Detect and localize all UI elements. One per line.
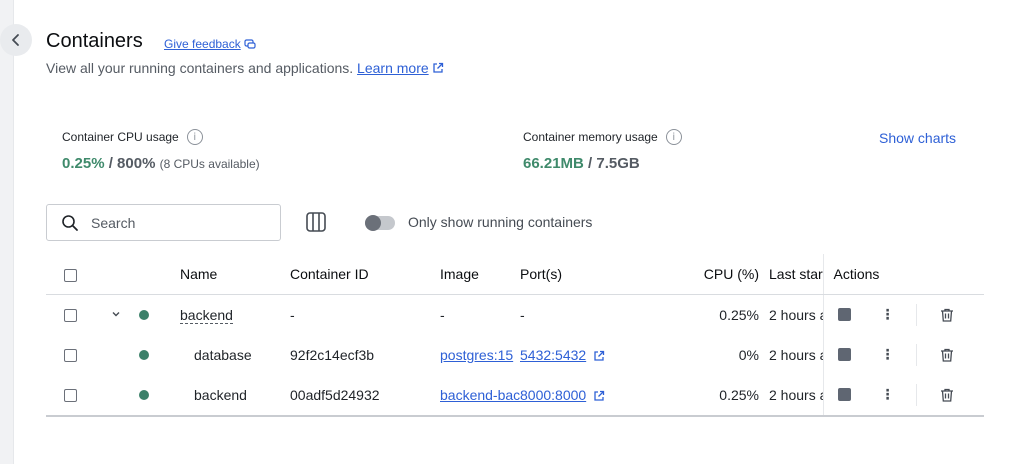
give-feedback-link[interactable]: Give feedback	[164, 37, 256, 51]
container-name[interactable]: database	[180, 335, 290, 375]
table-row[interactable]: database 92f2c14ecf3b postgres:15 5432:5…	[46, 334, 984, 375]
running-only-toggle[interactable]	[365, 215, 395, 231]
memory-usage-label: Container memory usage	[523, 130, 658, 144]
search-box[interactable]	[46, 204, 281, 241]
back-button[interactable]	[0, 24, 32, 56]
col-cpu[interactable]: CPU (%)	[685, 254, 769, 295]
cpu-usage-value: 0.25% / 800% (8 CPUs available)	[62, 155, 260, 172]
learn-more-label: Learn more	[357, 60, 429, 76]
more-options-icon[interactable]: ⋮	[878, 307, 898, 323]
stop-button[interactable]	[837, 308, 851, 321]
info-icon[interactable]: i	[186, 129, 203, 145]
containers-table: Name Container ID Image Port(s) CPU (%) …	[46, 254, 984, 417]
container-name[interactable]: backend	[180, 374, 290, 417]
container-ports: -	[520, 306, 525, 323]
external-link-icon	[432, 62, 443, 73]
select-all-checkbox[interactable]	[64, 268, 77, 282]
trash-icon	[940, 308, 953, 322]
page-title: Containers	[46, 30, 143, 52]
column-settings-button[interactable]	[305, 211, 327, 233]
col-last-started[interactable]: Last started	[769, 254, 823, 295]
chevron-left-icon	[12, 34, 19, 46]
subtitle-text: View all your running containers and app…	[46, 60, 354, 76]
port-link[interactable]: 8000:8000	[520, 387, 586, 403]
divider	[915, 343, 917, 366]
container-name[interactable]: backend	[180, 306, 233, 324]
trash-icon	[940, 388, 953, 402]
col-image[interactable]: Image	[440, 254, 520, 295]
delete-button[interactable]	[939, 347, 955, 363]
status-running-dot	[139, 349, 149, 360]
row-checkbox[interactable]	[64, 309, 77, 323]
col-container-id[interactable]: Container ID	[290, 254, 440, 295]
search-icon	[62, 214, 78, 231]
cpu-usage-label: Container CPU usage	[62, 130, 179, 144]
memory-usage-value: 66.21MB / 7.5GB	[523, 155, 682, 172]
col-actions: Actions	[822, 254, 984, 295]
columns-icon	[306, 212, 326, 232]
more-options-icon[interactable]: ⋮	[878, 387, 898, 403]
container-image: -	[440, 306, 445, 323]
container-last-started: 2 hours ago	[769, 306, 823, 323]
table-row[interactable]: backend - - - 0.25% 2 hours ago ⋮	[46, 294, 984, 335]
memory-used: 66.21MB	[523, 155, 584, 172]
chevron-down-icon[interactable]	[110, 308, 122, 320]
external-link-icon[interactable]	[593, 350, 605, 362]
memory-total: / 7.5GB	[588, 155, 640, 172]
divider	[915, 303, 917, 326]
container-id: 92f2c14ecf3b	[290, 346, 375, 363]
container-cpu: 0%	[738, 346, 759, 363]
container-id: -	[290, 306, 295, 323]
show-charts-button[interactable]: Show charts	[879, 130, 956, 146]
container-cpu: 0.25%	[719, 306, 759, 323]
stop-button[interactable]	[837, 388, 851, 401]
col-ports[interactable]: Port(s)	[520, 254, 685, 295]
col-name[interactable]: Name	[180, 254, 290, 295]
feedback-icon	[244, 39, 256, 49]
memory-usage-stat: Container memory usage i 66.21MB / 7.5GB	[523, 129, 682, 172]
divider	[915, 383, 917, 406]
cpu-usage-stat: Container CPU usage i 0.25% / 800% (8 CP…	[62, 129, 260, 172]
trash-icon	[940, 348, 953, 362]
delete-button[interactable]	[939, 387, 955, 403]
table-row[interactable]: backend 00adf5d24932 backend-backend 800…	[46, 374, 984, 417]
status-running-dot	[139, 389, 149, 400]
row-checkbox[interactable]	[64, 389, 77, 403]
container-last-started: 2 hours ago	[769, 346, 823, 363]
container-cpu: 0.25%	[685, 374, 769, 417]
learn-more-link[interactable]: Learn more	[357, 60, 444, 76]
give-feedback-label: Give feedback	[164, 37, 241, 51]
stop-button[interactable]	[837, 348, 851, 361]
page-subtitle: View all your running containers and app…	[46, 60, 444, 76]
container-last-started: 2 hours ago	[769, 374, 823, 417]
running-only-label: Only show running containers	[408, 214, 593, 230]
left-sidebar-edge	[0, 0, 14, 464]
row-checkbox[interactable]	[64, 349, 77, 363]
cpu-total: / 800%	[108, 155, 156, 172]
search-input[interactable]	[91, 214, 261, 231]
delete-button[interactable]	[939, 307, 955, 323]
external-link-icon[interactable]	[593, 390, 605, 402]
table-header-row: Name Container ID Image Port(s) CPU (%) …	[46, 254, 984, 295]
status-running-dot	[139, 309, 149, 320]
port-link[interactable]: 5432:5432	[520, 347, 586, 363]
toggle-knob	[365, 215, 381, 231]
container-image-link[interactable]: backend-backend	[440, 387, 520, 403]
info-icon[interactable]: i	[665, 129, 682, 145]
cpu-available: (8 CPUs available)	[159, 157, 260, 171]
cpu-used: 0.25%	[62, 155, 105, 172]
container-id: 00adf5d24932	[290, 374, 440, 417]
container-image-link[interactable]: postgres:15	[440, 347, 513, 363]
more-options-icon[interactable]: ⋮	[878, 347, 898, 363]
